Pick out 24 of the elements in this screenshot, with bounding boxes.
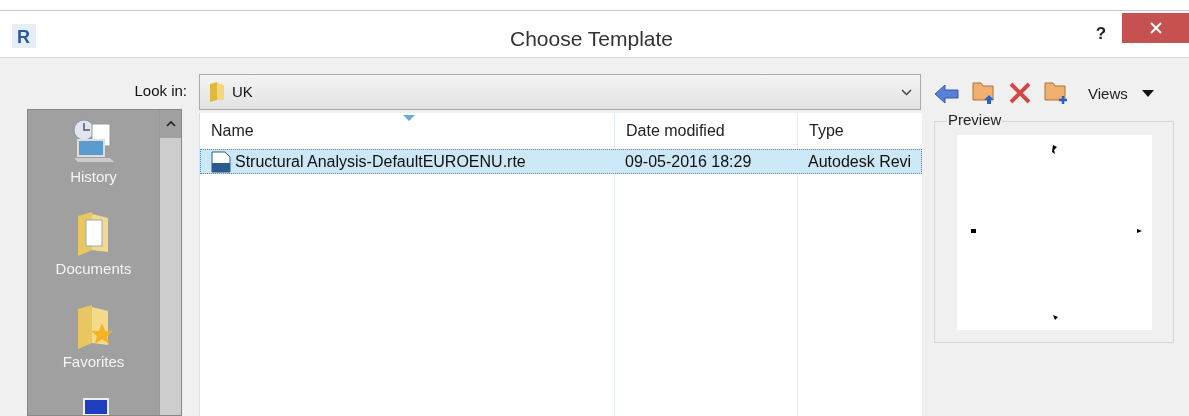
look-in-label: Look in: (134, 81, 187, 101)
date-modified-cell-text: 09-05-2016 18:29 (624, 151, 753, 172)
folder-icon (208, 81, 226, 103)
file-name: Structural Analysis-DefaultEUROENU.rte (235, 151, 526, 172)
sort-indicator-icon (403, 115, 415, 121)
new-folder-icon[interactable] (1044, 81, 1068, 105)
look-in-dropdown[interactable]: UK (199, 74, 921, 110)
scroll-up-icon[interactable] (165, 120, 176, 127)
look-in-value: UK (232, 81, 254, 102)
file-row[interactable]: Structural Analysis-DefaultEUROENU.rte 09-05-2016 18:29 Autodesk Revi (200, 149, 922, 174)
close-icon (1149, 22, 1162, 34)
column-header[interactable]: Type (798, 113, 922, 149)
help-button[interactable]: ? (1090, 21, 1112, 47)
dropdown-caret-icon (901, 88, 912, 96)
window-title: Choose Template (510, 26, 674, 52)
delete-icon[interactable] (1008, 81, 1032, 105)
close-button[interactable] (1122, 13, 1189, 43)
app-logo-icon: R (12, 24, 36, 48)
back-arrow-icon[interactable] (934, 83, 960, 105)
caret-icon (1141, 90, 1154, 98)
type-cell-text: Autodesk Revi (807, 151, 913, 172)
folder-up-icon[interactable] (972, 81, 996, 105)
template-file-icon (210, 150, 232, 173)
views-button[interactable]: Views (1088, 82, 1154, 105)
